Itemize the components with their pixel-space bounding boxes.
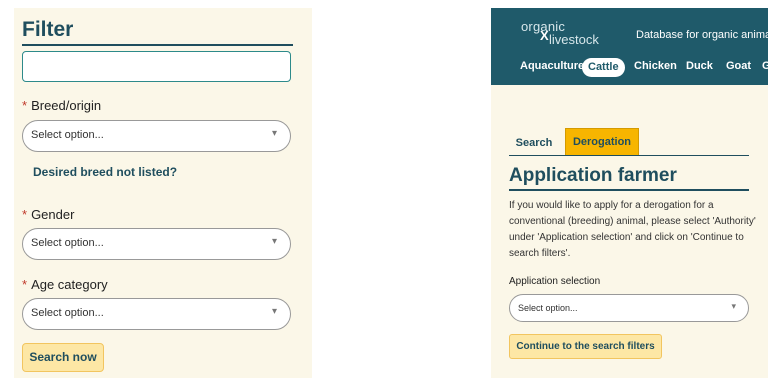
nav-item-chicken[interactable]: Chicken bbox=[634, 60, 677, 72]
age-label-text: Age category bbox=[31, 277, 108, 292]
gender-label: * Gender bbox=[22, 207, 74, 222]
application-select-placeholder: Select option... bbox=[518, 303, 578, 313]
breed-label: * Breed/origin bbox=[22, 98, 101, 113]
age-select-placeholder: Select option... bbox=[31, 307, 104, 319]
nav-item-goat[interactable]: Goat bbox=[726, 60, 751, 72]
category-nav: Aquaculture Cattle Chicken Duck Goat G bbox=[491, 56, 768, 80]
gender-select-placeholder: Select option... bbox=[31, 237, 104, 249]
search-now-button[interactable]: Search now bbox=[22, 343, 104, 372]
tab-search[interactable]: Search bbox=[509, 137, 559, 149]
header-tagline: Database for organic animals - bbox=[636, 29, 768, 41]
chevron-down-icon: ▾ bbox=[271, 306, 277, 317]
derogation-info-text: If you would like to apply for a derogat… bbox=[509, 200, 756, 259]
required-mark: * bbox=[22, 207, 28, 222]
breed-label-text: Breed/origin bbox=[31, 98, 102, 113]
page-title: Application farmer bbox=[509, 165, 677, 186]
title-underline bbox=[509, 189, 749, 191]
gender-label-text: Gender bbox=[31, 207, 75, 222]
site-header: organic X livestock Database for organic… bbox=[491, 8, 768, 85]
logo-x: X bbox=[540, 28, 549, 43]
filter-title: Filter bbox=[22, 18, 74, 41]
required-mark: * bbox=[22, 277, 28, 292]
logo-text-livestock: livestock bbox=[549, 32, 599, 47]
chevron-down-icon: ▾ bbox=[271, 128, 277, 139]
tab-derogation[interactable]: Derogation bbox=[565, 128, 639, 155]
breed-select-placeholder: Select option... bbox=[31, 129, 104, 141]
required-mark: * bbox=[22, 98, 28, 113]
age-select[interactable]: Select option... ▾ bbox=[22, 298, 291, 330]
nav-item-more[interactable]: G bbox=[762, 60, 768, 72]
gender-select[interactable]: Select option... ▾ bbox=[22, 228, 291, 260]
breed-not-listed-link[interactable]: Desired breed not listed? bbox=[33, 165, 177, 179]
filter-search-input[interactable] bbox=[22, 51, 291, 82]
nav-item-aquaculture[interactable]: Aquaculture bbox=[520, 60, 584, 72]
chevron-down-icon: ▾ bbox=[731, 301, 736, 311]
filter-title-underline bbox=[22, 44, 293, 46]
tab-underline bbox=[509, 155, 749, 156]
nav-item-cattle[interactable]: Cattle bbox=[582, 58, 625, 77]
application-selection-select[interactable]: Select option... ▾ bbox=[509, 294, 749, 322]
breed-select[interactable]: Select option... ▾ bbox=[22, 120, 291, 152]
derogation-panel: organic X livestock Database for organic… bbox=[491, 8, 768, 378]
chevron-down-icon: ▾ bbox=[271, 236, 277, 247]
nav-item-duck[interactable]: Duck bbox=[686, 60, 713, 72]
application-selection-label: Application selection bbox=[509, 276, 601, 287]
filter-panel: Filter * Breed/origin Select option... ▾ … bbox=[14, 8, 312, 378]
continue-to-filters-button[interactable]: Continue to the search filters bbox=[509, 334, 662, 359]
age-label: * Age category bbox=[22, 277, 108, 292]
